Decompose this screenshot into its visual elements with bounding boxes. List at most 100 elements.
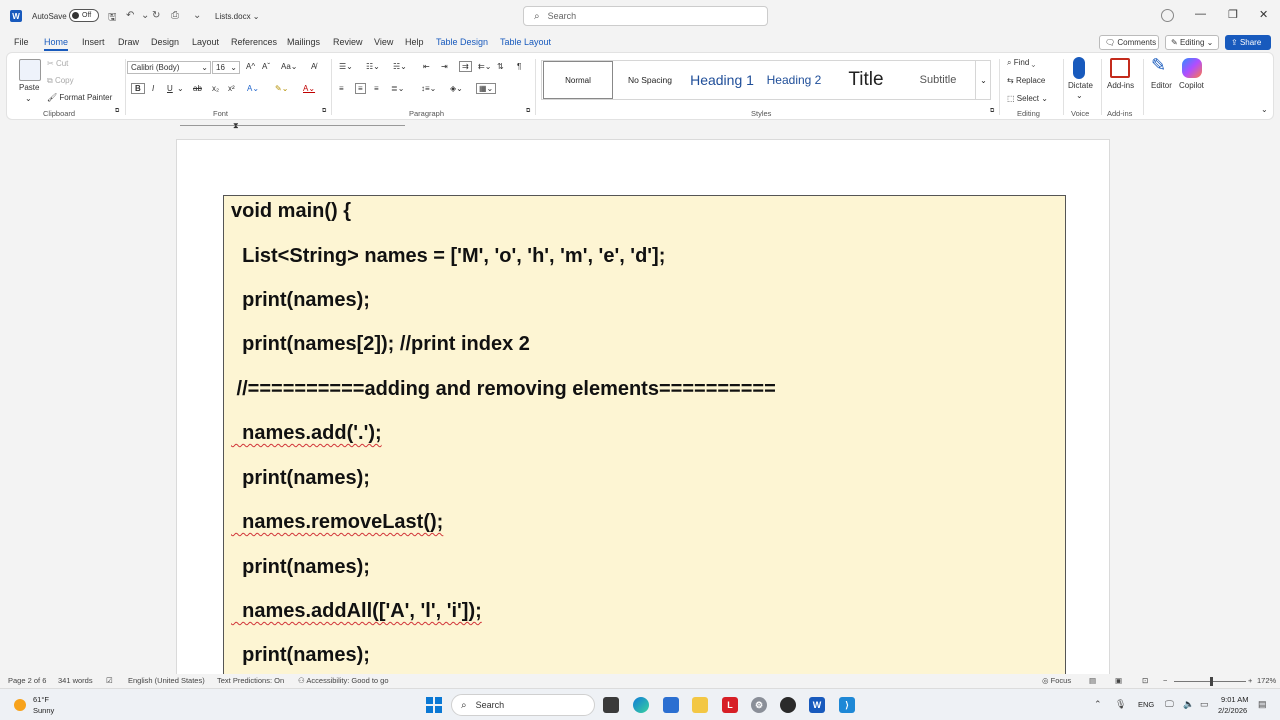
- tab-design[interactable]: Design: [151, 37, 179, 47]
- zoom-level[interactable]: 172%: [1257, 676, 1276, 685]
- highlight-color-icon[interactable]: ✎⌄: [275, 84, 288, 93]
- code-line-2[interactable]: List<String> names = ['M', 'o', 'h', 'm'…: [231, 245, 665, 268]
- show-formatting-marks-icon[interactable]: ¶: [517, 62, 521, 71]
- numbering-icon[interactable]: ☷⌄: [366, 62, 380, 71]
- styles-more-icon[interactable]: ⌄: [975, 61, 991, 99]
- clock-date[interactable]: 2/2/2026: [1218, 706, 1247, 715]
- app-l-icon[interactable]: L: [722, 697, 738, 713]
- indent-marker-icon[interactable]: ⧗: [233, 121, 239, 131]
- clock-time[interactable]: 9:01 AM: [1221, 695, 1249, 704]
- text-predictions-status[interactable]: Text Predictions: On: [217, 676, 284, 685]
- paragraph-launcher-icon[interactable]: ⧉: [526, 108, 530, 115]
- decrease-indent-icon[interactable]: ⇤: [423, 62, 430, 71]
- horizontal-ruler[interactable]: ⧗: [0, 121, 1280, 133]
- borders-icon[interactable]: ▦⌄: [476, 83, 497, 94]
- restore-icon[interactable]: ❐: [1228, 8, 1238, 21]
- proofing-icon[interactable]: ☑: [106, 676, 113, 685]
- undo-dropdown-icon[interactable]: ⌄: [141, 10, 149, 21]
- code-line-1[interactable]: void main() {: [231, 200, 351, 223]
- cut-button[interactable]: ✂ Cut: [47, 59, 68, 68]
- print-layout-icon[interactable]: ▣: [1115, 676, 1122, 685]
- paste-label[interactable]: Paste: [19, 83, 39, 92]
- page-count-status[interactable]: Page 2 of 6: [8, 676, 46, 685]
- tab-file[interactable]: File: [14, 37, 29, 47]
- underline-dropdown-icon[interactable]: ⌄: [177, 84, 184, 93]
- tab-table-design[interactable]: Table Design: [436, 37, 488, 47]
- bold-icon[interactable]: B: [131, 83, 145, 94]
- weather-condition[interactable]: Sunny: [33, 706, 54, 715]
- editing-mode-button[interactable]: ✎ Editing ⌄: [1165, 35, 1219, 50]
- code-line-9[interactable]: print(names);: [231, 556, 370, 579]
- replace-button[interactable]: ⇆ Replace: [1007, 76, 1045, 85]
- code-line-10[interactable]: names.addAll(['A', 'l', 'i']);: [231, 600, 482, 623]
- style-subtitle[interactable]: Subtitle: [903, 61, 973, 99]
- shading-icon[interactable]: ◈⌄: [450, 84, 463, 93]
- tab-home[interactable]: Home: [44, 37, 69, 51]
- network-icon[interactable]: 🖵: [1165, 699, 1174, 710]
- tab-view[interactable]: View: [374, 37, 393, 47]
- input-language[interactable]: ENG: [1138, 700, 1154, 709]
- increase-indent-icon[interactable]: ⇥: [441, 62, 448, 71]
- copilot-button[interactable]: Copilot: [1179, 81, 1204, 90]
- ltr-direction-icon[interactable]: ⇉: [459, 61, 472, 72]
- windows-start-icon[interactable]: [426, 697, 442, 713]
- code-line-4[interactable]: print(names[2]); //print index 2: [231, 333, 530, 356]
- show-hidden-icons-icon[interactable]: ⌃: [1094, 699, 1102, 710]
- document-page[interactable]: void main() { List<String> names = ['M',…: [176, 139, 1110, 685]
- bullets-icon[interactable]: ☰⌄: [339, 62, 353, 71]
- account-avatar-icon[interactable]: [1161, 9, 1174, 22]
- microphone-tray-icon[interactable]: 🎙: [1115, 699, 1126, 710]
- font-color-icon[interactable]: A⌄: [303, 84, 315, 93]
- font-launcher-icon[interactable]: ⧉: [322, 108, 326, 115]
- line-spacing-icon[interactable]: ↕≡⌄: [421, 84, 436, 93]
- style-heading-2[interactable]: Heading 2: [759, 61, 829, 99]
- accessibility-status[interactable]: ⚇ Accessibility: Good to go: [298, 676, 389, 685]
- zoom-slider-thumb[interactable]: [1210, 677, 1213, 686]
- code-line-8[interactable]: names.removeLast();: [231, 511, 443, 534]
- grow-font-icon[interactable]: A^: [246, 62, 255, 71]
- customize-toolbar-icon[interactable]: ⌄: [193, 10, 201, 21]
- multilevel-list-icon[interactable]: ☵⌄: [393, 62, 407, 71]
- text-effects-icon[interactable]: A⌄: [247, 84, 259, 93]
- comments-button[interactable]: 🗨 Comments: [1099, 35, 1159, 50]
- shrink-font-icon[interactable]: Aˇ: [262, 62, 270, 71]
- weather-temp[interactable]: 61°F: [33, 695, 49, 704]
- change-case-icon[interactable]: Aa⌄: [281, 62, 298, 71]
- language-status[interactable]: English (United States): [128, 676, 205, 685]
- rtl-direction-icon[interactable]: ⇇⌄: [478, 62, 491, 71]
- copilot-icon[interactable]: [1182, 58, 1202, 78]
- task-view-icon[interactable]: [603, 697, 619, 713]
- vertical-scrollbar[interactable]: [1270, 133, 1280, 674]
- tab-review[interactable]: Review: [333, 37, 363, 47]
- align-right-icon[interactable]: ≡: [374, 84, 379, 93]
- format-painter-button[interactable]: 🖌 Format Painter: [47, 93, 112, 102]
- clipboard-launcher-icon[interactable]: ⧉: [115, 108, 119, 115]
- battery-icon[interactable]: ▭: [1200, 699, 1209, 710]
- tab-table-layout[interactable]: Table Layout: [500, 37, 551, 47]
- styles-launcher-icon[interactable]: ⧉: [990, 108, 994, 115]
- zoom-in-icon[interactable]: +: [1248, 676, 1252, 685]
- add-ins-icon[interactable]: [1110, 58, 1130, 78]
- tab-help[interactable]: Help: [405, 37, 424, 47]
- code-line-11[interactable]: print(names);: [231, 644, 370, 667]
- notifications-icon[interactable]: ▤: [1258, 699, 1267, 710]
- autosave-toggle[interactable]: Off: [69, 9, 99, 22]
- align-center-icon[interactable]: ≡: [355, 83, 366, 94]
- microphone-icon[interactable]: [1073, 57, 1085, 79]
- close-icon[interactable]: ✕: [1259, 8, 1268, 21]
- code-line-5[interactable]: //==========adding and removing elements…: [231, 378, 776, 401]
- style-heading-1[interactable]: Heading 1: [687, 61, 757, 99]
- minimize-icon[interactable]: —: [1195, 8, 1206, 20]
- save-icon[interactable]: 🖫: [108, 10, 117, 27]
- word-taskbar-icon[interactable]: W: [809, 697, 825, 713]
- web-layout-icon[interactable]: ⊡: [1142, 676, 1148, 685]
- store-icon[interactable]: [663, 697, 679, 713]
- word-count-status[interactable]: 341 words: [58, 676, 93, 685]
- font-name-select[interactable]: Calibri (Body) ⌄: [127, 61, 211, 74]
- clear-formatting-icon[interactable]: A̸: [311, 62, 316, 71]
- quick-print-icon[interactable]: ⎙: [171, 10, 179, 21]
- focus-button[interactable]: ◎ Focus: [1042, 676, 1071, 685]
- paste-icon[interactable]: [19, 59, 41, 81]
- tab-insert[interactable]: Insert: [82, 37, 105, 47]
- code-line-7[interactable]: print(names);: [231, 467, 370, 490]
